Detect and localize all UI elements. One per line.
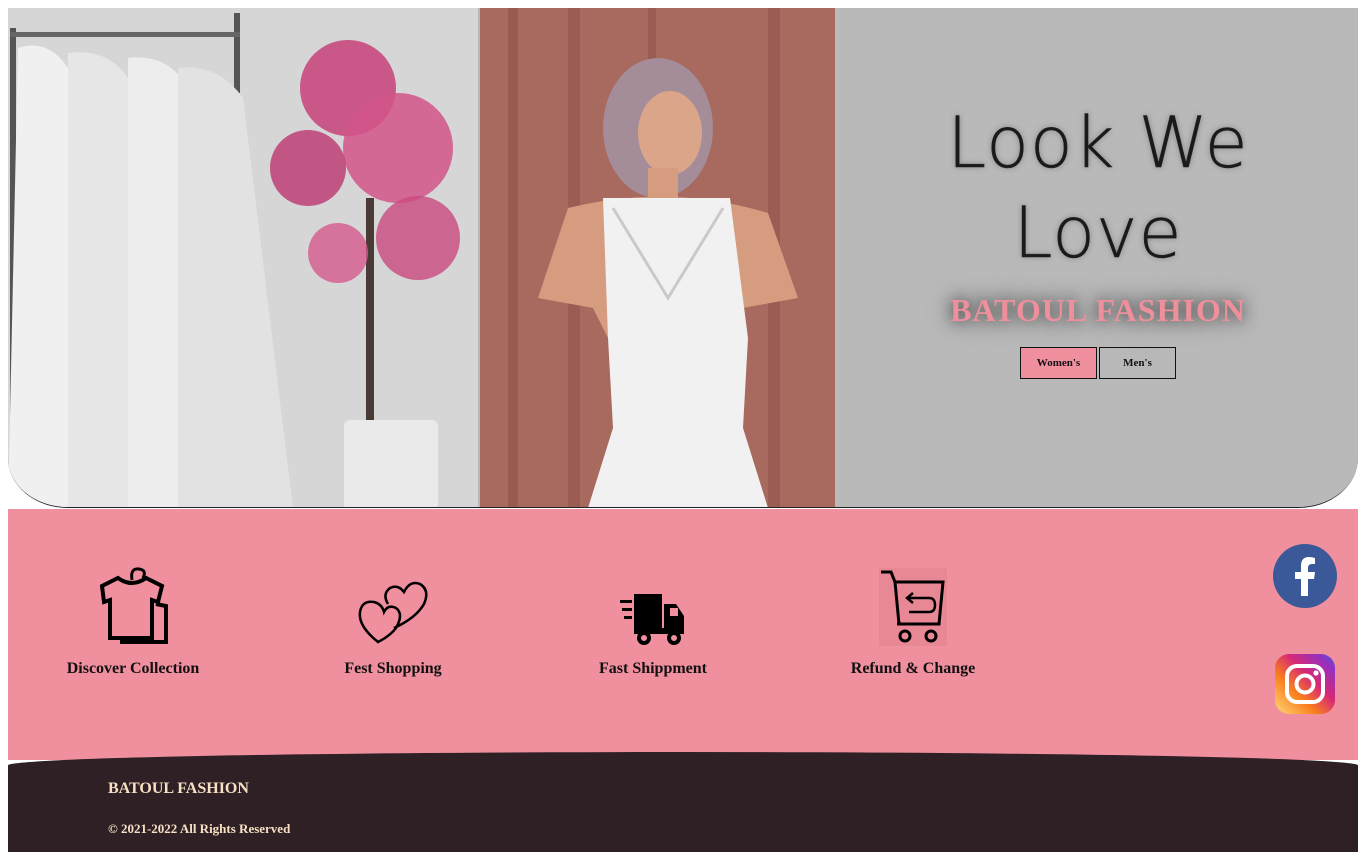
facebook-icon[interactable]: [1273, 544, 1337, 608]
gender-buttons: Women's Men's: [878, 347, 1318, 379]
feature-label: Discover Collection: [66, 660, 200, 677]
hero-tagline: Look We Love: [947, 102, 1249, 275]
mens-button[interactable]: Men's: [1099, 347, 1176, 379]
features-section: Discover Collection Fest Shopping Fast S…: [8, 509, 1358, 760]
hero-brand-title: BATOUL FASHION: [950, 292, 1246, 328]
hearts-icon: [293, 564, 493, 646]
feature-label: Refund & Change: [850, 660, 976, 677]
delivery-truck-icon: [553, 564, 753, 646]
feature-refund-change: Refund & Change: [813, 564, 1013, 678]
hero-text-block: Look We Love BATOUL FASHION Women's Men'…: [878, 98, 1318, 379]
feature-discover-collection: Discover Collection: [33, 564, 233, 678]
tshirt-hanger-icon: [33, 564, 233, 646]
feature-fast-shippment: Fast Shippment: [553, 564, 753, 678]
feature-label: Fest Shopping: [344, 660, 442, 677]
hero-banner: Look We Love BATOUL FASHION Women's Men'…: [8, 8, 1358, 508]
feature-label: Fast Shippment: [598, 660, 708, 677]
feature-fest-shopping: Fest Shopping: [293, 564, 493, 678]
footer: BATOUL FASHION © 2021-2022 All Rights Re…: [8, 752, 1358, 852]
footer-brand: BATOUL FASHION: [108, 780, 249, 797]
instagram-icon[interactable]: [1275, 654, 1335, 714]
womens-button[interactable]: Women's: [1020, 347, 1097, 379]
page: Look We Love BATOUL FASHION Women's Men'…: [8, 8, 1358, 852]
footer-copyright: © 2021-2022 All Rights Reserved: [108, 821, 291, 836]
cart-return-icon: [813, 564, 1013, 646]
